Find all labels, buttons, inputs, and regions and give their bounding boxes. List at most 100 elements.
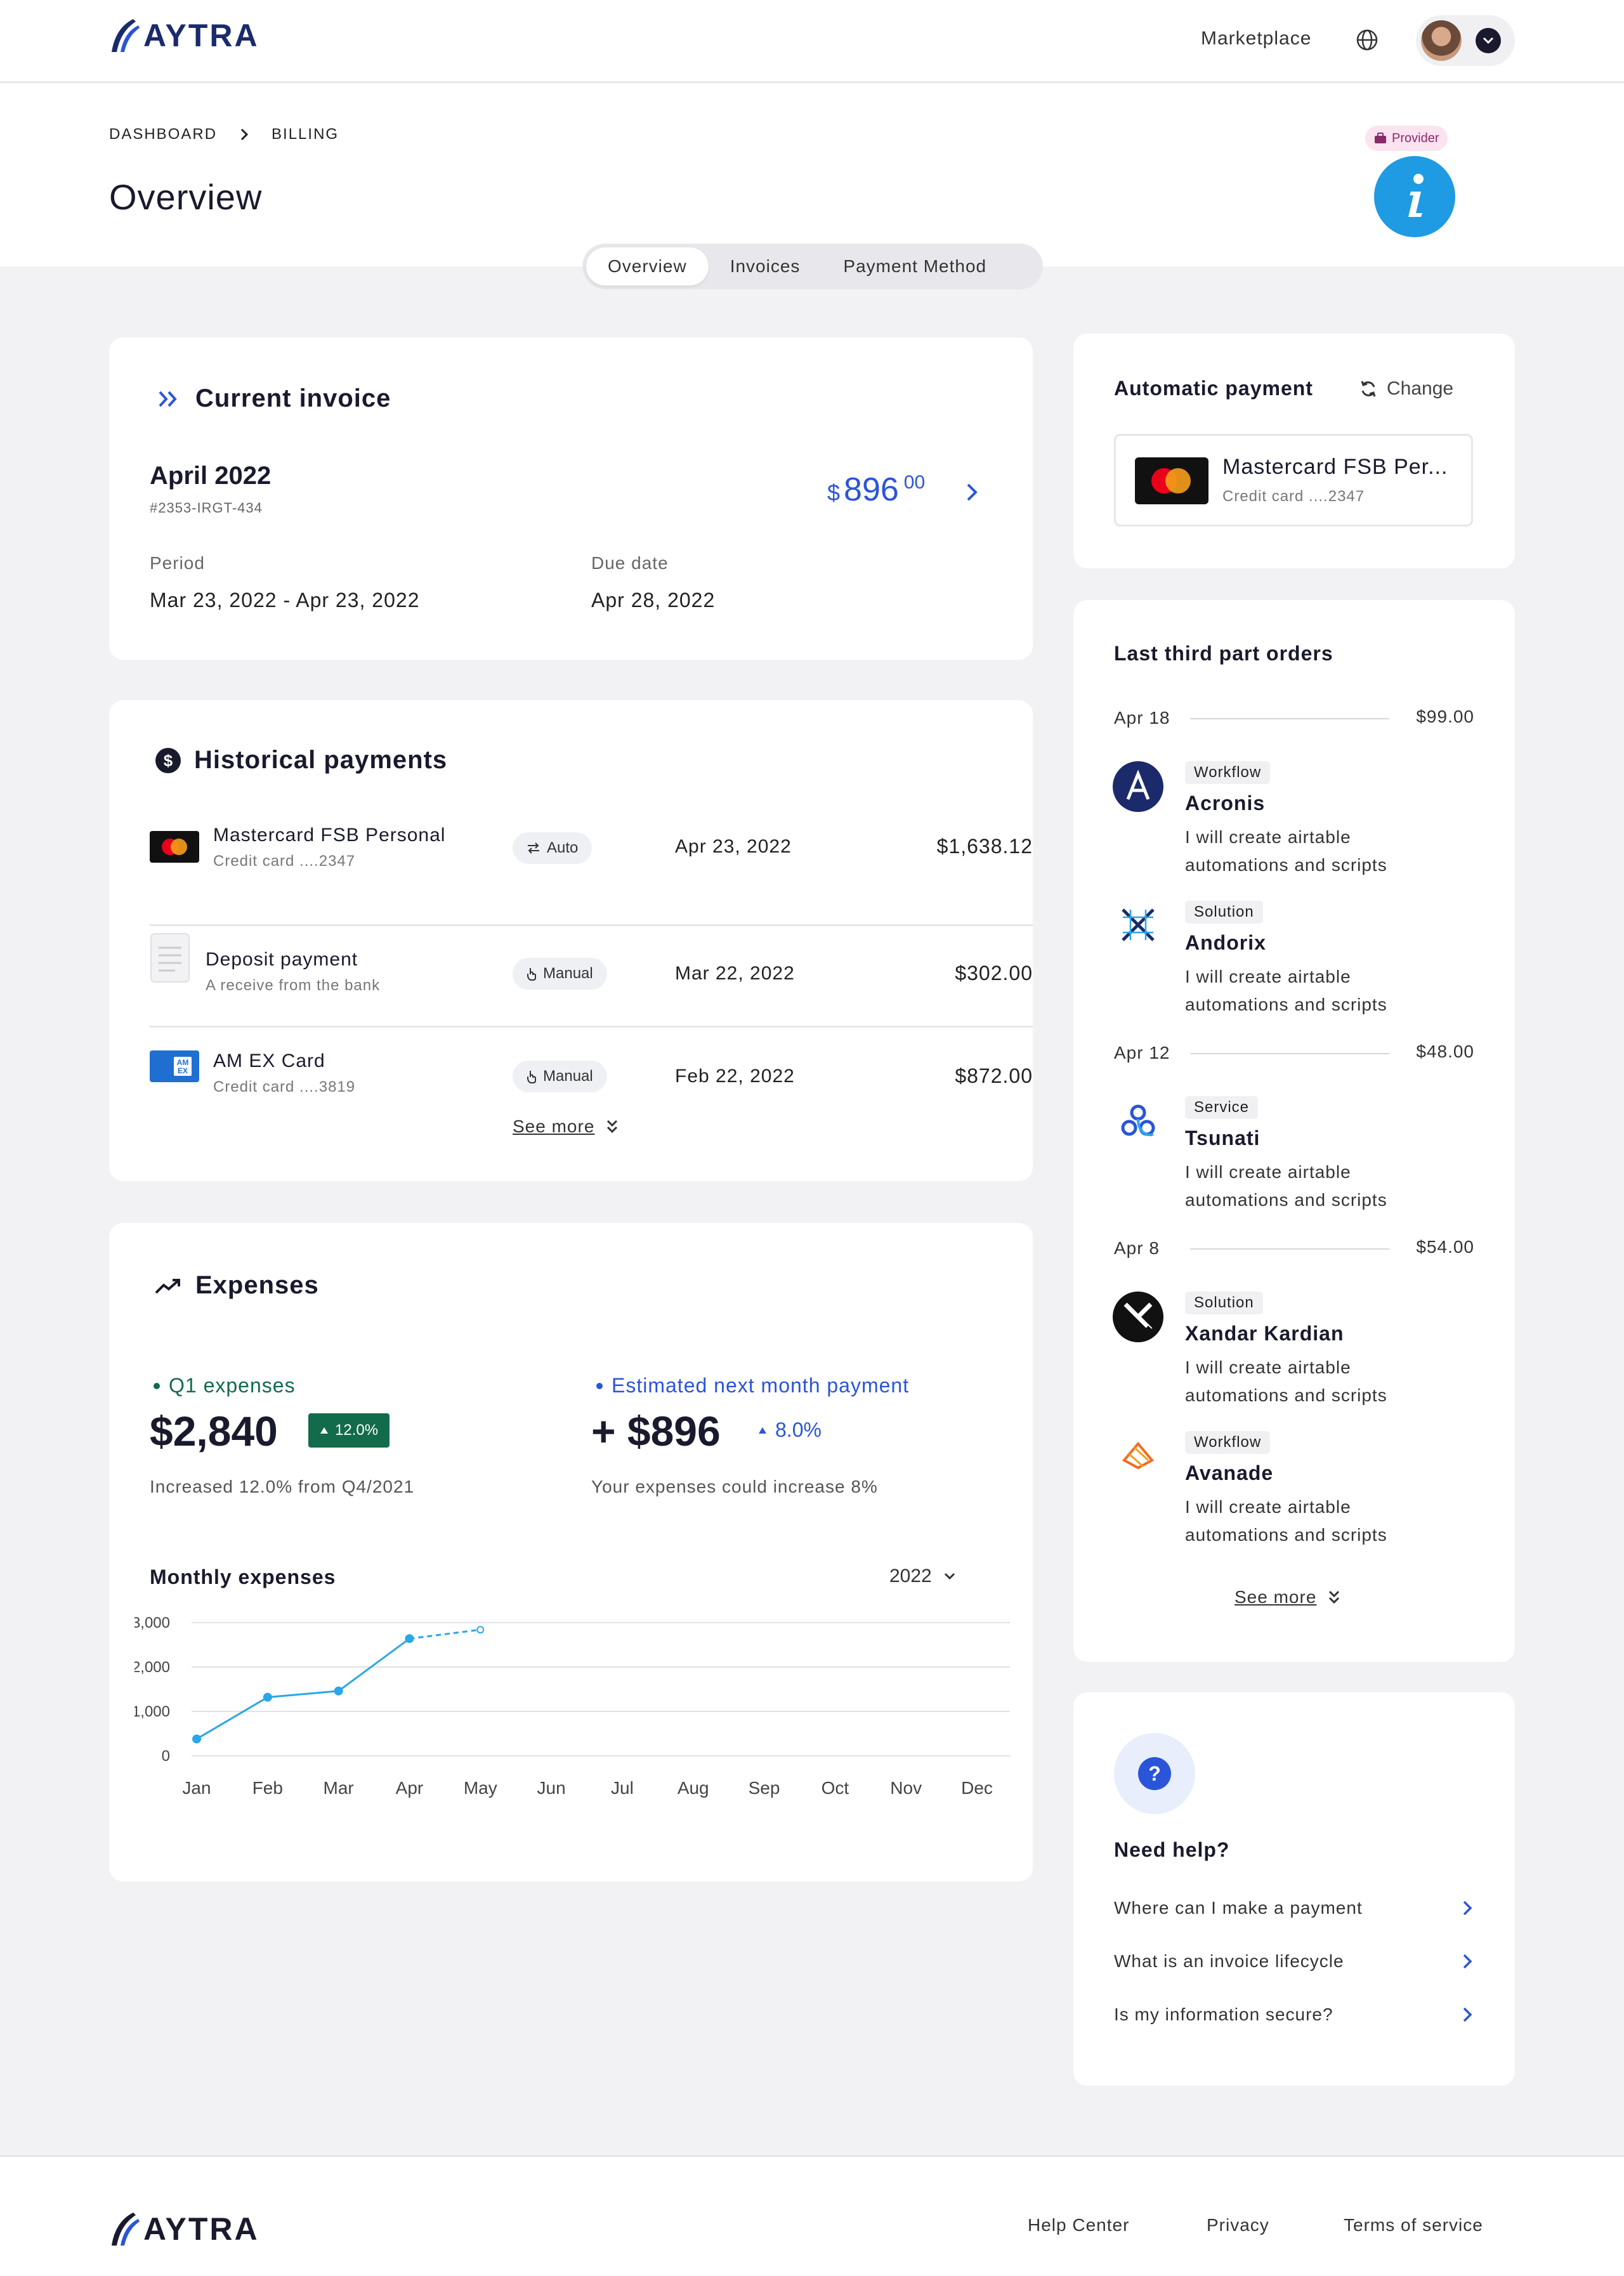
tab-overview[interactable]: Overview [586, 247, 709, 285]
x-tick-label: Aug [678, 1778, 709, 1798]
order-tag: Solution [1185, 901, 1263, 924]
footer-terms-link[interactable]: Terms of service [1344, 2215, 1483, 2235]
due-date-label: Due date [591, 553, 669, 573]
change-label: Change [1387, 378, 1454, 399]
need-help-card: ? Need help? Where can I make a payment … [1073, 1692, 1515, 2086]
divider [1190, 718, 1389, 719]
current-invoice-card: Current invoice April 2022 #2353-IRGT-43… [109, 337, 1033, 660]
order-group-date: Apr 8 [1114, 1238, 1160, 1258]
trending-up-icon [155, 1278, 180, 1293]
payment-method-label: Manual [543, 1068, 593, 1085]
saved-card-sub: Credit card ....2347 [1222, 488, 1365, 505]
order-vendor-name[interactable]: Avanade [1185, 1462, 1273, 1485]
payment-method-label: Auto [547, 839, 579, 856]
expense-line [196, 1637, 410, 1740]
q1-expenses-note: Increased 12.0% from Q4/2021 [150, 1477, 415, 1496]
page-title: Overview [109, 177, 263, 217]
saved-card-name: Mastercard FSB Per... [1222, 455, 1448, 479]
payment-row[interactable]: AM EX AM EX Card Credit card ....3819 Man… [150, 1029, 1033, 1130]
payment-row[interactable]: Deposit payment A receive from the bank … [150, 926, 1033, 1028]
triangle-up-icon [759, 1427, 766, 1434]
info-icon[interactable] [1374, 156, 1455, 237]
payment-name: Mastercard FSB Personal [213, 825, 446, 846]
chevron-down-icon [944, 1573, 955, 1580]
last-orders-title: Last third part orders [1114, 642, 1333, 665]
year-select[interactable]: 2022 [889, 1566, 956, 1587]
order-description: I will create airtable automations and s… [1185, 1497, 1387, 1545]
mastercard-icon [1135, 457, 1208, 504]
x-tick-label: May [464, 1778, 497, 1798]
footer-logo[interactable]: AYTRA [108, 2210, 259, 2248]
expenses-header: Expenses [155, 1271, 319, 1300]
divider [1190, 1248, 1389, 1250]
estimated-payment-note: Your expenses could increase 8% [591, 1477, 878, 1496]
refresh-icon [1361, 381, 1376, 397]
order-tag: Workflow [1185, 761, 1271, 784]
orders-see-more-link[interactable]: See more [1234, 1587, 1340, 1607]
svg-text:?: ? [1148, 1762, 1161, 1785]
forecast-point[interactable] [476, 1626, 485, 1634]
historical-see-more-link[interactable]: See more [513, 1116, 619, 1137]
saved-card[interactable]: Mastercard FSB Per... Credit card ....23… [1114, 434, 1473, 526]
chevron-right-icon[interactable] [964, 481, 979, 504]
historical-payments-header: $ Historical payments [155, 746, 447, 775]
order-description: I will create airtable automations and s… [1185, 1357, 1387, 1405]
chart-title: Monthly expenses [150, 1566, 336, 1588]
q1-growth-value: 12.0% [335, 1422, 379, 1439]
automatic-payment-title: Automatic payment [1114, 377, 1313, 400]
order-group-total: $54.00 [1416, 1237, 1474, 1257]
period-value: Mar 23, 2022 - Apr 23, 2022 [150, 589, 420, 612]
tab-payment-method[interactable]: Payment Method [822, 247, 1008, 285]
invoice-currency: $ [827, 480, 841, 506]
x-tick-label: Sep [749, 1778, 780, 1798]
xandar-icon [1113, 1292, 1163, 1342]
data-point[interactable] [192, 1734, 201, 1744]
order-vendor-name[interactable]: Andorix [1185, 931, 1266, 955]
logo-text: AYTRA [143, 18, 259, 53]
invoice-amount[interactable]: $ 896 00 [827, 471, 925, 509]
order-vendor-name[interactable]: Acronis [1185, 792, 1265, 815]
data-point[interactable] [263, 1692, 272, 1702]
help-question-link[interactable]: What is an invoice lifecycle [1114, 1951, 1473, 1972]
tab-invoices[interactable]: Invoices [709, 247, 822, 285]
help-question-link[interactable]: Where can I make a payment [1114, 1898, 1473, 1918]
breadcrumb-dashboard[interactable]: DASHBOARD [109, 126, 217, 143]
y-tick-label: 2,000 [134, 1659, 170, 1676]
x-tick-label: Oct [822, 1778, 849, 1798]
payment-row[interactable]: Mastercard FSB Personal Credit card ....… [150, 825, 1033, 926]
globe-icon[interactable] [1355, 28, 1379, 52]
order-description: I will create airtable automations and s… [1185, 967, 1387, 1014]
document-icon [150, 933, 190, 983]
order-vendor-name[interactable]: Xandar Kardian [1185, 1322, 1344, 1345]
data-point[interactable] [334, 1686, 343, 1696]
estimated-payment-text: Estimated next month payment [612, 1374, 910, 1397]
q1-expenses-value: $2,840 [150, 1408, 278, 1455]
forecast-line [409, 1628, 481, 1640]
payment-method-badge: Manual [513, 1061, 607, 1092]
change-payment-button[interactable]: Change [1359, 378, 1453, 400]
footer-privacy-link[interactable]: Privacy [1207, 2215, 1269, 2235]
avatar[interactable] [1421, 20, 1462, 61]
estimated-delta: 8.0% [757, 1418, 822, 1442]
order-vendor-name[interactable]: Tsunati [1185, 1127, 1260, 1150]
help-question-link[interactable]: Is my information secure? [1114, 2005, 1473, 2025]
divider [1190, 1053, 1389, 1054]
estimated-payment-label: Estimated next month payment [596, 1374, 909, 1397]
expenses-title: Expenses [195, 1271, 319, 1299]
order-tag: Service [1185, 1096, 1259, 1119]
triangle-up-icon [320, 1427, 328, 1434]
hand-icon [527, 1071, 536, 1083]
footer-help-center-link[interactable]: Help Center [1028, 2215, 1129, 2235]
briefcase-icon [1375, 133, 1386, 143]
aytra-logo[interactable]: AYTRA [108, 16, 259, 55]
current-invoice-header: Current invoice [157, 384, 391, 413]
marketplace-link[interactable]: Marketplace [1201, 28, 1311, 49]
historical-payments-title: Historical payments [194, 746, 448, 774]
last-orders-card: Last third part orders Apr 18 $99.00 Wor… [1073, 600, 1515, 1662]
y-tick-label: 1,000 [134, 1703, 170, 1720]
breadcrumb: DASHBOARD BILLING [109, 126, 339, 143]
chevron-down-icon[interactable] [1476, 28, 1501, 53]
double-chevron-right-icon [159, 391, 177, 407]
breadcrumb-billing[interactable]: BILLING [272, 126, 339, 143]
q1-expenses-label: Q1 expenses [154, 1374, 296, 1397]
